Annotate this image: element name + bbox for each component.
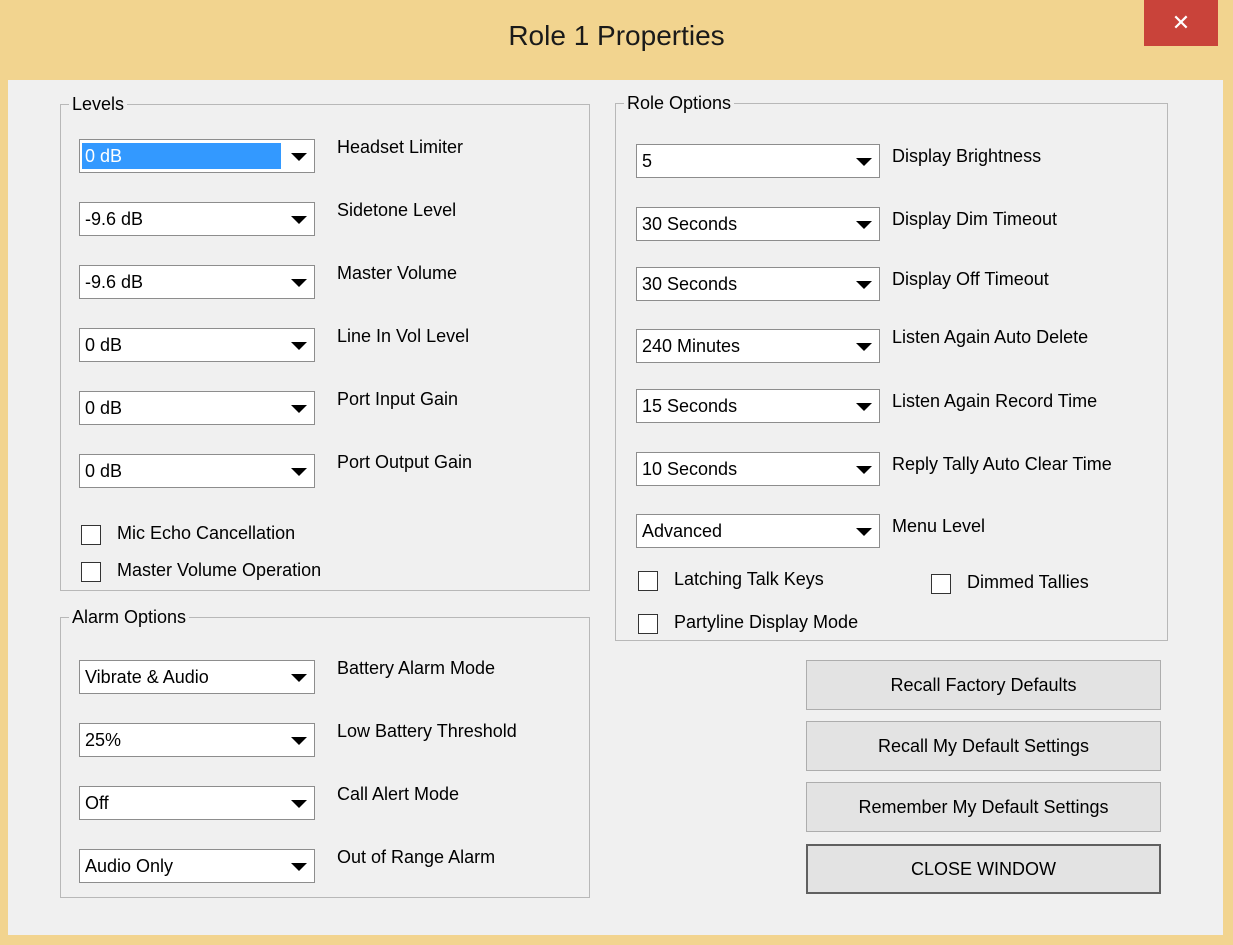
recall-my-default-settings-button[interactable]: Recall My Default Settings (806, 721, 1161, 771)
chevron-down-icon[interactable] (282, 140, 314, 172)
out-of-range-alarm-value: Audio Only (85, 856, 174, 876)
display-brightness-label: Display Brightness (892, 146, 1042, 166)
headset-limiter-label: Headset Limiter (337, 137, 464, 157)
menu-level-value: Advanced (642, 521, 723, 541)
dialog-window: Role 1 Properties ✕ Levels 0 dB Headset … (0, 0, 1233, 945)
chevron-down-icon[interactable] (282, 392, 314, 424)
battery-alarm-mode-dropdown[interactable]: Vibrate & Audio (79, 660, 315, 694)
headset-limiter-dropdown[interactable]: 0 dB (79, 139, 315, 173)
mic-echo-cancellation-label: Mic Echo Cancellation (117, 523, 296, 543)
reply-tally-auto-clear-time-value: 10 Seconds (642, 459, 738, 479)
listen-again-record-time-value: 15 Seconds (642, 396, 738, 416)
master-volume-operation-label: Master Volume Operation (117, 560, 322, 580)
port-input-gain-label: Port Input Gain (337, 389, 459, 409)
master-volume-label: Master Volume (337, 263, 458, 283)
close-window-button[interactable]: CLOSE WINDOW (806, 844, 1161, 894)
chevron-down-icon[interactable] (847, 330, 879, 362)
sidetone-level-value: -9.6 dB (85, 209, 144, 229)
chevron-down-icon[interactable] (847, 208, 879, 240)
chevron-down-icon[interactable] (847, 145, 879, 177)
role-options-legend: Role Options (627, 93, 732, 113)
listen-again-auto-delete-label: Listen Again Auto Delete (892, 327, 1089, 347)
low-battery-threshold-dropdown[interactable]: 25% (79, 723, 315, 757)
chevron-down-icon[interactable] (282, 203, 314, 235)
call-alert-mode-value: Off (85, 793, 109, 813)
call-alert-mode-dropdown[interactable]: Off (79, 786, 315, 820)
menu-level-dropdown[interactable]: Advanced (636, 514, 880, 548)
chevron-down-icon[interactable] (282, 724, 314, 756)
display-brightness-dropdown[interactable]: 5 (636, 144, 880, 178)
recall-factory-defaults-button[interactable]: Recall Factory Defaults (806, 660, 1161, 710)
chevron-down-icon[interactable] (847, 515, 879, 547)
battery-alarm-mode-label: Battery Alarm Mode (337, 658, 496, 678)
checkbox-box[interactable] (638, 614, 658, 634)
display-off-timeout-label: Display Off Timeout (892, 269, 1049, 289)
display-off-timeout-dropdown[interactable]: 30 Seconds (636, 267, 880, 301)
levels-group-legend: Levels (72, 94, 125, 114)
low-battery-threshold-value: 25% (85, 730, 122, 750)
call-alert-mode-label: Call Alert Mode (337, 784, 460, 804)
line-in-vol-level-value: 0 dB (85, 335, 123, 355)
window-title: Role 1 Properties (508, 20, 725, 51)
headset-limiter-value: 0 dB (82, 143, 281, 169)
master-volume-value: -9.6 dB (85, 272, 144, 292)
master-volume-dropdown[interactable]: -9.6 dB (79, 265, 315, 299)
display-off-timeout-value: 30 Seconds (642, 274, 738, 294)
title-bar: Role 1 Properties ✕ (0, 0, 1233, 80)
port-input-gain-dropdown[interactable]: 0 dB (79, 391, 315, 425)
close-icon[interactable]: ✕ (1144, 0, 1218, 46)
battery-alarm-mode-value: Vibrate & Audio (85, 667, 209, 687)
chevron-down-icon[interactable] (282, 455, 314, 487)
chevron-down-icon[interactable] (282, 266, 314, 298)
alarm-options-legend: Alarm Options (72, 607, 187, 627)
sidetone-level-label: Sidetone Level (337, 200, 457, 220)
partyline-display-mode-label: Partyline Display Mode (674, 612, 859, 632)
chevron-down-icon[interactable] (282, 661, 314, 693)
line-in-vol-level-dropdown[interactable]: 0 dB (79, 328, 315, 362)
dimmed-tallies-label: Dimmed Tallies (967, 572, 1089, 592)
out-of-range-alarm-dropdown[interactable]: Audio Only (79, 849, 315, 883)
role-options-group: Role Options 5 Display Brightness 30 Sec… (615, 93, 1168, 641)
chevron-down-icon[interactable] (282, 787, 314, 819)
port-output-gain-label: Port Output Gain (337, 452, 473, 472)
chevron-down-icon[interactable] (847, 453, 879, 485)
chevron-down-icon[interactable] (847, 390, 879, 422)
chevron-down-icon[interactable] (847, 268, 879, 300)
alarm-options-group: Alarm Options Vibrate & Audio Battery Al… (60, 607, 590, 898)
levels-group: Levels 0 dB Headset Limiter -9.6 dB Side… (60, 94, 590, 591)
display-brightness-value: 5 (642, 151, 653, 171)
low-battery-threshold-label: Low Battery Threshold (337, 721, 517, 741)
remember-my-default-settings-button[interactable]: Remember My Default Settings (806, 782, 1161, 832)
out-of-range-alarm-label: Out of Range Alarm (337, 847, 496, 867)
menu-level-label: Menu Level (892, 516, 986, 536)
sidetone-level-dropdown[interactable]: -9.6 dB (79, 202, 315, 236)
port-output-gain-dropdown[interactable]: 0 dB (79, 454, 315, 488)
checkbox-box[interactable] (931, 574, 951, 594)
reply-tally-auto-clear-time-label: Reply Tally Auto Clear Time (892, 454, 1112, 474)
display-dim-timeout-value: 30 Seconds (642, 214, 738, 234)
latching-talk-keys-label: Latching Talk Keys (674, 569, 824, 589)
chevron-down-icon[interactable] (282, 850, 314, 882)
port-input-gain-value: 0 dB (85, 398, 123, 418)
listen-again-record-time-label: Listen Again Record Time (892, 391, 1098, 411)
dialog-client-area: Levels 0 dB Headset Limiter -9.6 dB Side… (8, 80, 1223, 935)
reply-tally-auto-clear-time-dropdown[interactable]: 10 Seconds (636, 452, 880, 486)
checkbox-box[interactable] (638, 571, 658, 591)
listen-again-record-time-dropdown[interactable]: 15 Seconds (636, 389, 880, 423)
checkbox-box[interactable] (81, 562, 101, 582)
listen-again-auto-delete-dropdown[interactable]: 240 Minutes (636, 329, 880, 363)
display-dim-timeout-dropdown[interactable]: 30 Seconds (636, 207, 880, 241)
port-output-gain-value: 0 dB (85, 461, 123, 481)
line-in-vol-level-label: Line In Vol Level (337, 326, 470, 346)
display-dim-timeout-label: Display Dim Timeout (892, 209, 1058, 229)
checkbox-box[interactable] (81, 525, 101, 545)
listen-again-auto-delete-value: 240 Minutes (642, 336, 741, 356)
chevron-down-icon[interactable] (282, 329, 314, 361)
